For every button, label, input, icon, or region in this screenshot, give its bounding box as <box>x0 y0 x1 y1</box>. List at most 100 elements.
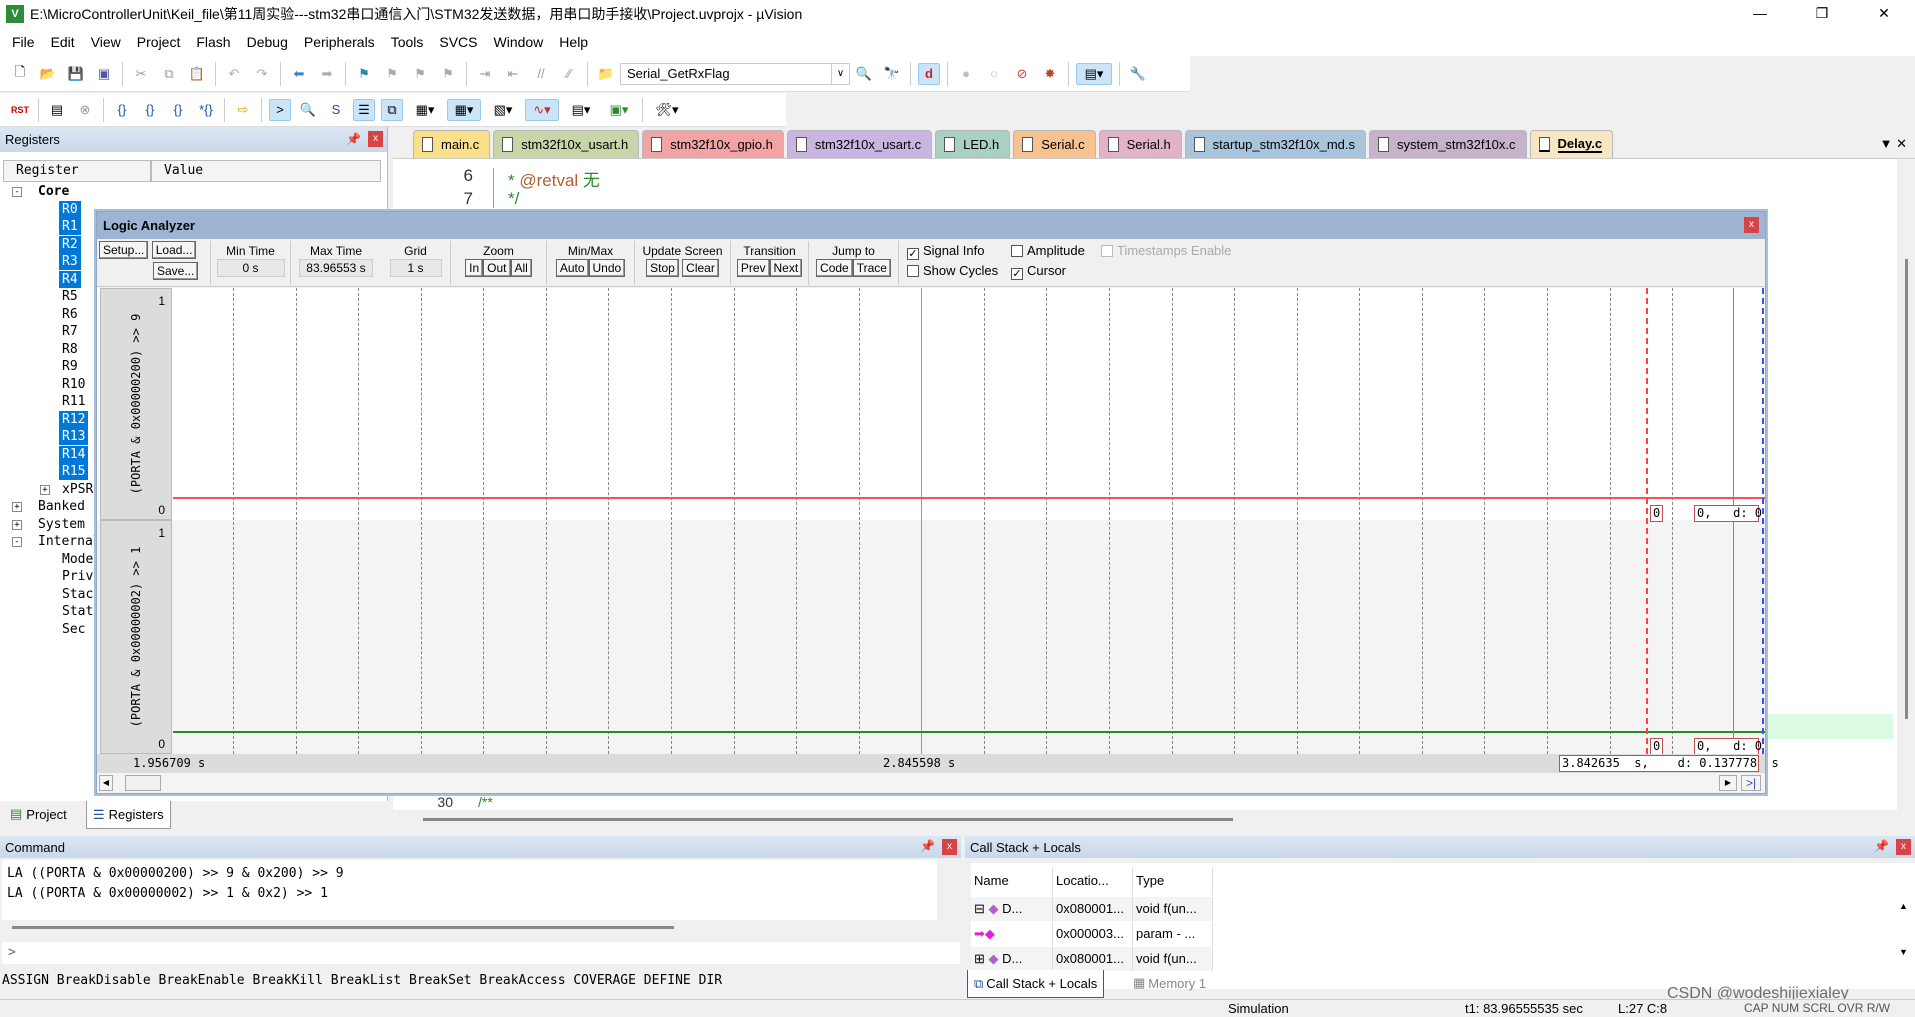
undo-button[interactable]: Undo <box>588 259 626 277</box>
register-item[interactable]: R3 <box>59 253 81 270</box>
scroll-right-icon[interactable]: ▶ <box>1719 775 1737 791</box>
show-next-statement-icon[interactable]: ⇨ <box>232 99 254 121</box>
indent-icon[interactable]: ⇥ <box>474 63 496 85</box>
tab-registers[interactable]: ☰ Registers <box>86 801 171 829</box>
tab-startup-stm32f10x-md-s[interactable]: startup_stm32f10x_md.s <box>1184 130 1367 158</box>
find-in-files-icon[interactable]: 📁 <box>595 63 617 85</box>
tab-call-stack-locals[interactable]: ⧉ Call Stack + Locals <box>967 970 1105 998</box>
watch-window-icon[interactable]: ▦▾ <box>409 99 441 121</box>
paste-icon[interactable]: 📋 <box>186 63 208 85</box>
tab-memory-1[interactable]: ▦ Memory 1 <box>1127 970 1212 996</box>
column-value[interactable]: Value <box>151 160 381 182</box>
cursor-blue-line[interactable] <box>1762 288 1764 754</box>
menu-project[interactable]: Project <box>129 34 189 50</box>
menu-file[interactable]: File <box>4 34 43 50</box>
close-icon[interactable]: x <box>1744 217 1759 233</box>
expand-icon[interactable]: + <box>12 519 22 530</box>
uncomment-icon[interactable]: ⁄⁄ <box>558 63 580 85</box>
scroll-left-icon[interactable]: ◀ <box>99 775 113 791</box>
tab-serial-h[interactable]: Serial.h <box>1098 130 1182 158</box>
tab-project[interactable]: ▤ Project <box>4 801 73 827</box>
register-item[interactable]: R5 <box>62 288 78 305</box>
signal-label[interactable]: (PORTA & 0x00000200) >> 9 1 0 <box>100 288 172 520</box>
unindent-icon[interactable]: ⇤ <box>502 63 524 85</box>
zoom-all-button[interactable]: All <box>510 259 532 277</box>
waveform-area[interactable]: (PORTA & 0x00000200) >> 9 1 0 (PORTA & 0x0… <box>97 288 1765 755</box>
tab-system-stm32f10x-c[interactable]: system_stm32f10x.c <box>1369 130 1527 158</box>
register-item[interactable]: Priv <box>62 568 93 585</box>
waveform-hscrollbar[interactable]: ◀ ▶ >| <box>97 773 1765 793</box>
step-out-icon[interactable]: {} <box>167 99 189 121</box>
callstack-location[interactable]: 0x080001... <box>1053 897 1133 921</box>
zoom-in-button[interactable]: In <box>465 259 484 277</box>
chevron-down-icon[interactable]: ∨ <box>831 63 849 84</box>
new-file-icon[interactable]: 🗋 <box>9 63 31 85</box>
column-type[interactable]: Type <box>1133 867 1213 895</box>
setup-button[interactable]: Setup... <box>99 241 149 259</box>
callstack-type[interactable]: param - ... <box>1133 922 1213 946</box>
step-over-icon[interactable]: {} <box>139 99 161 121</box>
register-item[interactable]: R4 <box>59 270 81 288</box>
register-item[interactable]: R7 <box>62 323 78 340</box>
system-viewer-icon[interactable]: ▣▾ <box>603 99 635 121</box>
expand-icon[interactable]: + <box>40 484 50 495</box>
register-item[interactable]: R13 <box>59 428 89 445</box>
tab-serial-c[interactable]: Serial.c <box>1013 130 1096 158</box>
callstack-type[interactable]: void f(un... <box>1133 947 1213 971</box>
menu-debug[interactable]: Debug <box>239 34 296 50</box>
incremental-find-icon[interactable]: 🔭 <box>881 63 903 85</box>
clear-button[interactable]: Clear <box>682 259 719 277</box>
register-item[interactable]: R11 <box>62 393 85 410</box>
register-item[interactable]: R0 <box>59 200 81 218</box>
register-item[interactable]: xPSR <box>62 481 93 498</box>
trace-window-icon[interactable]: ▤▾ <box>565 99 597 121</box>
editor-hscrollbar[interactable] <box>393 810 1915 830</box>
save-all-icon[interactable]: ▣ <box>93 63 115 85</box>
option-amplitude[interactable]: Amplitude <box>1011 243 1085 258</box>
bookmark-icon[interactable]: ⚑ <box>353 63 375 85</box>
pin-icon[interactable]: 📌 <box>1874 839 1889 853</box>
option-signal-info[interactable]: ✓ Signal Info <box>907 243 984 260</box>
tab-menu-button[interactable]: ▼ ✕ <box>1880 136 1907 152</box>
logic-analyzer-title-bar[interactable]: Logic Analyzer <box>97 212 1765 239</box>
collapse-icon[interactable]: - <box>12 187 22 197</box>
expand-icon[interactable]: ⊞ <box>974 951 989 966</box>
bookmark-prev-icon[interactable]: ⚑ <box>381 63 403 85</box>
tab-stm32f10x-usart-h[interactable]: stm32f10x_usart.h <box>493 130 640 158</box>
scroll-down-icon[interactable]: ▼ <box>1899 947 1908 957</box>
find-combo[interactable]: Serial_GetRxFlag ∨ <box>620 62 850 85</box>
callstack-location[interactable]: 0x000003... <box>1053 922 1133 946</box>
bookmark-next-icon[interactable]: ⚑ <box>409 63 431 85</box>
expand-icon[interactable]: ⊟ <box>974 901 989 916</box>
registers-window-icon[interactable]: ☰ <box>353 98 375 121</box>
trace-button[interactable]: Trace <box>852 259 891 277</box>
tab-main-c[interactable]: main.c <box>413 130 491 158</box>
menu-tools[interactable]: Tools <box>383 34 432 50</box>
tab-led-h[interactable]: LED.h <box>935 130 1011 158</box>
nav-back-icon[interactable]: ⬅ <box>288 63 310 85</box>
run-icon[interactable]: ▤ <box>46 99 68 121</box>
command-input[interactable]: > <box>2 942 960 964</box>
column-location[interactable]: Locatio... <box>1053 867 1133 895</box>
debug-session-icon[interactable]: d <box>918 62 940 85</box>
memory-window-icon[interactable]: ▦▾ <box>447 98 481 121</box>
step-icon[interactable]: {} <box>111 99 133 121</box>
tab-stm32f10x-usart-c[interactable]: stm32f10x_usart.c <box>786 130 933 158</box>
stop-icon[interactable]: ⊗ <box>74 99 96 121</box>
nav-forward-icon[interactable]: ➡ <box>316 63 338 85</box>
pin-icon[interactable]: 📌 <box>920 839 935 853</box>
callstack-name[interactable]: ➡◆ <box>971 922 1053 946</box>
option-show-cycles[interactable]: Show Cycles <box>907 263 998 278</box>
expand-icon[interactable]: + <box>12 502 22 512</box>
maximize-button[interactable]: ❐ <box>1791 0 1853 27</box>
callstack-vscrollbar[interactable]: ▲ ▼ <box>1899 901 1913 961</box>
cut-icon[interactable]: ✂ <box>130 63 152 85</box>
pin-icon[interactable]: 📌 <box>346 132 361 146</box>
scroll-up-icon[interactable]: ▲ <box>1899 901 1908 911</box>
register-item[interactable]: R1 <box>59 218 81 235</box>
reset-icon[interactable]: RST <box>9 99 31 121</box>
register-item[interactable]: R9 <box>62 358 78 375</box>
register-item[interactable]: R14 <box>59 445 89 463</box>
signal-label[interactable]: (PORTA & 0x00000002) >> 1 1 0 <box>100 520 172 754</box>
option-timestamps-enable[interactable]: Timestamps Enable <box>1101 243 1231 258</box>
